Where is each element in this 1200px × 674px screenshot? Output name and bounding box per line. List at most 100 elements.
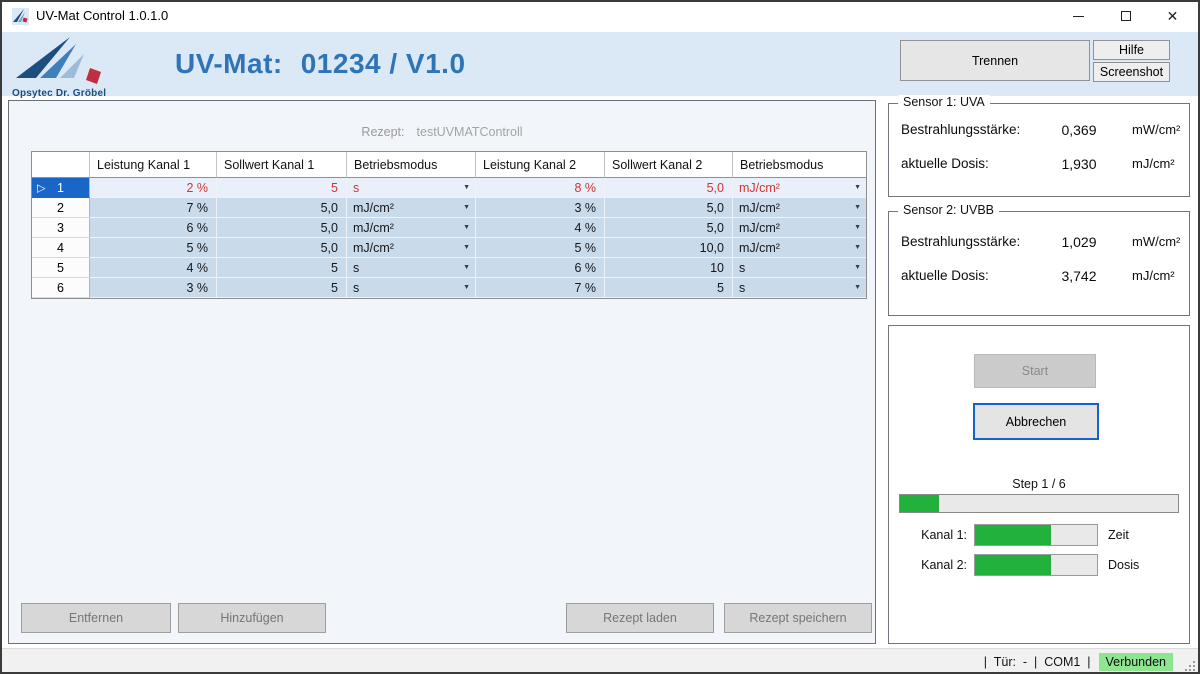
cell-setpoint2-row3[interactable]: 5,0 [605, 218, 733, 238]
disconnect-button[interactable]: Trennen [900, 40, 1090, 81]
page-title: UV-Mat: 01234 / V1.0 [175, 32, 466, 96]
row-header-1[interactable]: ▷ 1 [32, 178, 90, 198]
dropdown-icon[interactable]: ▼ [463, 244, 470, 251]
cell-setpoint2-row6[interactable]: 5 [605, 278, 733, 298]
help-button[interactable]: Hilfe [1093, 40, 1170, 60]
channel2-progress-fill [975, 555, 1051, 575]
cell-mode2-row4[interactable]: mJ/cm²▼ [733, 238, 866, 258]
cell-power2-row5[interactable]: 6 % [476, 258, 605, 278]
abort-button[interactable]: Abbrechen [973, 403, 1099, 440]
cell-mode2-row1[interactable]: mJ/cm²▼ [733, 178, 866, 198]
cell-mode2-row3[interactable]: mJ/cm²▼ [733, 218, 866, 238]
dropdown-icon[interactable]: ▼ [854, 284, 861, 291]
channel2-progress-bar [974, 554, 1098, 576]
dropdown-icon[interactable]: ▼ [854, 244, 861, 251]
connection-status-badge: Verbunden [1099, 653, 1173, 671]
irradiance-label: Bestrahlungsstärke: [901, 234, 1020, 249]
cell-power1-row2[interactable]: 7 % [90, 198, 217, 218]
channel1-progress-fill [975, 525, 1051, 545]
cell-setpoint1-row4[interactable]: 5,0 [217, 238, 347, 258]
dropdown-icon[interactable]: ▼ [854, 204, 861, 211]
channel1-label: Kanal 1: [889, 528, 967, 542]
cell-power2-row6[interactable]: 7 % [476, 278, 605, 298]
resize-grip-icon[interactable] [1183, 659, 1196, 672]
start-button[interactable]: Start [974, 354, 1096, 388]
cell-power2-row2[interactable]: 3 % [476, 198, 605, 218]
minimize-icon [1073, 16, 1084, 17]
sensor1-dose-unit: mJ/cm² [1132, 156, 1175, 171]
cell-power1-row5[interactable]: 4 % [90, 258, 217, 278]
cell-mode1-row3[interactable]: mJ/cm²▼ [347, 218, 476, 238]
channel1-mode-label: Zeit [1108, 528, 1129, 542]
cell-power1-row1[interactable]: 2 % [90, 178, 217, 198]
dropdown-icon[interactable]: ▼ [463, 204, 470, 211]
cell-setpoint1-row5[interactable]: 5 [217, 258, 347, 278]
header: Opsytec Dr. Gröbel UV-Mat: 01234 / V1.0 … [0, 32, 1200, 96]
app-window: UV-Mat Control 1.0.1.0 ✕ Opsytec Dr. Grö… [0, 0, 1200, 674]
row-header-3[interactable]: 3 [32, 218, 90, 238]
dropdown-icon[interactable]: ▼ [463, 184, 470, 191]
sensor2-irradiance-unit: mW/cm² [1132, 234, 1180, 249]
load-recipe-button[interactable]: Rezept laden [566, 603, 714, 633]
device-serial-version: 01234 / V1.0 [301, 48, 466, 80]
row-header-4[interactable]: 4 [32, 238, 90, 258]
add-step-button[interactable]: Hinzufügen [178, 603, 326, 633]
cell-power2-row4[interactable]: 5 % [476, 238, 605, 258]
sensor1-irradiance-value: 0,369 [1039, 122, 1119, 138]
dose-label: aktuelle Dosis: [901, 156, 989, 171]
cell-setpoint2-row1[interactable]: 5,0 [605, 178, 733, 198]
sensor1-dose-value: 1,930 [1039, 156, 1119, 172]
sensor2-dose-value: 3,742 [1039, 268, 1119, 284]
cell-setpoint2-row2[interactable]: 5,0 [605, 198, 733, 218]
cell-mode2-row6[interactable]: s▼ [733, 278, 866, 298]
dropdown-icon[interactable]: ▼ [854, 184, 861, 191]
cell-setpoint1-row3[interactable]: 5,0 [217, 218, 347, 238]
cell-setpoint1-row6[interactable]: 5 [217, 278, 347, 298]
sensor2-title: Sensor 2: UVBB [898, 203, 999, 217]
cell-power2-row1[interactable]: 8 % [476, 178, 605, 198]
dropdown-icon[interactable]: ▼ [463, 264, 470, 271]
cell-setpoint2-row4[interactable]: 10,0 [605, 238, 733, 258]
minimize-button[interactable] [1055, 0, 1102, 32]
dropdown-icon[interactable]: ▼ [854, 264, 861, 271]
column-header-setpoint2: Sollwert Kanal 2 [605, 152, 733, 178]
title-bar: UV-Mat Control 1.0.1.0 ✕ [0, 0, 1200, 32]
row-header-2[interactable]: 2 [32, 198, 90, 218]
maximize-icon [1121, 11, 1131, 21]
dropdown-icon[interactable]: ▼ [463, 284, 470, 291]
cell-mode2-row2[interactable]: mJ/cm²▼ [733, 198, 866, 218]
cell-mode2-row5[interactable]: s▼ [733, 258, 866, 278]
device-label: UV-Mat: [175, 48, 283, 80]
row-header-5[interactable]: 5 [32, 258, 90, 278]
cell-power2-row3[interactable]: 4 % [476, 218, 605, 238]
sensor1-title: Sensor 1: UVA [898, 95, 990, 109]
close-button[interactable]: ✕ [1149, 0, 1196, 32]
column-header-row-selector [32, 152, 90, 178]
cell-setpoint1-row1[interactable]: 5 [217, 178, 347, 198]
recipe-name-row: Rezept: testUVMATControll [9, 125, 875, 139]
cell-setpoint2-row5[interactable]: 10 [605, 258, 733, 278]
process-control-panel: Start Abbrechen Step 1 / 6 Kanal 1: Zeit… [888, 325, 1190, 644]
cell-mode1-row2[interactable]: mJ/cm²▼ [347, 198, 476, 218]
recipe-steps-table: Leistung Kanal 1 Sollwert Kanal 1 Betrie… [31, 151, 867, 299]
status-bar: | Tür: - | COM1 | Verbunden [0, 648, 1200, 674]
row-header-6[interactable]: 6 [32, 278, 90, 298]
cell-power1-row3[interactable]: 6 % [90, 218, 217, 238]
column-header-setpoint1: Sollwert Kanal 1 [217, 152, 347, 178]
cell-mode1-row1[interactable]: s▼ [347, 178, 476, 198]
dropdown-icon[interactable]: ▼ [463, 224, 470, 231]
cell-power1-row4[interactable]: 5 % [90, 238, 217, 258]
cell-setpoint1-row2[interactable]: 5,0 [217, 198, 347, 218]
status-info: | Tür: - | COM1 | [984, 655, 1091, 669]
cell-mode1-row5[interactable]: s▼ [347, 258, 476, 278]
company-name: Opsytec Dr. Gröbel [12, 88, 122, 99]
save-recipe-button[interactable]: Rezept speichern [724, 603, 872, 633]
maximize-button[interactable] [1102, 0, 1149, 32]
screenshot-button[interactable]: Screenshot [1093, 62, 1170, 82]
cell-mode1-row6[interactable]: s▼ [347, 278, 476, 298]
cell-power1-row6[interactable]: 3 % [90, 278, 217, 298]
dropdown-icon[interactable]: ▼ [854, 224, 861, 231]
company-logo-icon [12, 34, 112, 86]
remove-step-button[interactable]: Entfernen [21, 603, 171, 633]
cell-mode1-row4[interactable]: mJ/cm²▼ [347, 238, 476, 258]
